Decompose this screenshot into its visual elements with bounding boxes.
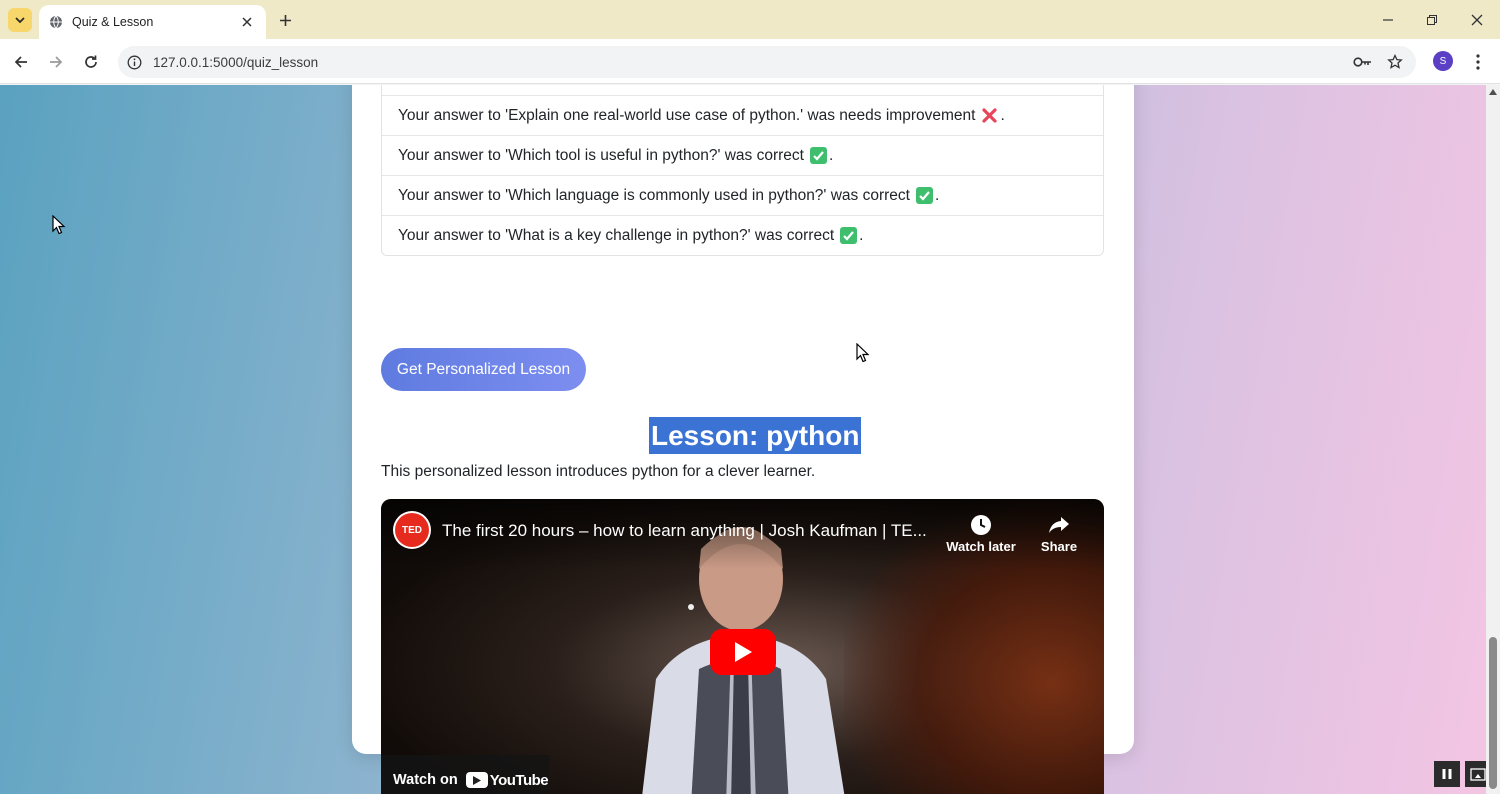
tab-title: Quiz & Lesson <box>72 15 154 29</box>
profile-avatar[interactable]: S <box>1433 51 1453 71</box>
password-key-icon[interactable] <box>1350 49 1376 75</box>
answer-text: Your answer to 'Explain one real-world u… <box>398 106 976 124</box>
youtube-video-embed[interactable]: TED The first 20 hours – how to learn an… <box>381 499 1104 794</box>
page-scrollbar[interactable] <box>1486 85 1500 794</box>
list-item: Your answer to 'Explain one real-world u… <box>382 95 1103 135</box>
plus-icon <box>279 14 291 26</box>
lesson-description: This personalized lesson introduces pyth… <box>381 463 816 480</box>
play-button[interactable] <box>710 629 776 675</box>
lesson-title: Lesson: python <box>649 417 862 454</box>
more-vertical-icon <box>1476 54 1480 70</box>
check-mark-icon <box>840 227 858 244</box>
page-viewport: Your answer to 'Explain one real-world u… <box>0 85 1486 794</box>
scroll-up-arrow-icon[interactable] <box>1489 89 1497 95</box>
address-bar[interactable]: 127.0.0.1:5000/quiz_lesson <box>118 46 1416 78</box>
youtube-play-icon <box>465 772 488 788</box>
quiz-lesson-card: Your answer to 'Explain one real-world u… <box>352 85 1134 794</box>
tab-close-icon[interactable] <box>238 13 256 31</box>
url-text: 127.0.0.1:5000/quiz_lesson <box>153 54 319 70</box>
watch-on-youtube-link[interactable]: Watch on YouTube <box>381 755 549 794</box>
restore-icon <box>1427 15 1437 25</box>
pause-icon <box>1442 769 1452 779</box>
arrow-left-icon <box>14 56 27 68</box>
list-item: Your answer to 'What is a key challenge … <box>382 215 1103 255</box>
video-title[interactable]: The first 20 hours – how to learn anythi… <box>442 521 942 541</box>
reload-icon <box>85 55 97 68</box>
ted-channel-logo[interactable]: TED <box>393 511 431 549</box>
answer-text: Your answer to 'Which tool is useful in … <box>398 146 804 164</box>
forward-button[interactable] <box>43 49 69 75</box>
youtube-logo: YouTube <box>465 772 549 789</box>
pause-recording-button[interactable] <box>1434 761 1460 787</box>
check-mark-icon <box>915 187 933 204</box>
cross-mark-icon <box>981 107 998 124</box>
watch-on-label: Watch on <box>393 772 458 788</box>
list-item: Your answer to 'Which language is common… <box>382 175 1103 215</box>
restore-button[interactable] <box>1419 7 1445 33</box>
answer-feedback-list: Your answer to 'Explain one real-world u… <box>381 85 1104 256</box>
answer-text: Your answer to 'Which language is common… <box>398 186 910 204</box>
answer-text: Your answer to 'What is a key challenge … <box>398 226 835 244</box>
watch-later-label: Watch later <box>946 539 1016 554</box>
tab-strip: Quiz & Lesson <box>0 0 1500 39</box>
bookmark-star-icon[interactable] <box>1382 49 1408 75</box>
reload-button[interactable] <box>78 49 104 75</box>
get-personalized-lesson-button[interactable]: Get Personalized Lesson <box>381 348 586 391</box>
arrow-right-icon <box>50 56 63 68</box>
share-label: Share <box>1040 539 1078 554</box>
scrollbar-thumb[interactable] <box>1489 637 1497 789</box>
picture-in-picture-icon <box>1470 767 1486 781</box>
new-tab-button[interactable] <box>274 9 296 31</box>
check-mark-icon <box>809 147 827 164</box>
minimize-button[interactable] <box>1375 7 1401 33</box>
browser-tab[interactable]: Quiz & Lesson <box>39 5 266 39</box>
list-item: Your answer to 'Which tool is useful in … <box>382 135 1103 175</box>
share-arrow-icon <box>1047 511 1071 539</box>
clock-icon <box>970 511 992 539</box>
mouse-pointer-icon <box>52 215 66 235</box>
globe-icon <box>49 15 63 29</box>
browser-toolbar: 127.0.0.1:5000/quiz_lesson S <box>0 39 1500 84</box>
minimize-icon <box>1383 19 1393 21</box>
list-item <box>382 85 1103 95</box>
watch-later-button[interactable]: Watch later <box>941 511 1021 554</box>
share-button[interactable]: Share <box>1019 511 1099 554</box>
play-icon <box>735 642 752 662</box>
close-icon <box>1471 14 1483 26</box>
back-button[interactable] <box>8 49 34 75</box>
site-info-icon[interactable] <box>125 53 143 71</box>
tab-search-button[interactable] <box>8 8 32 32</box>
close-window-button[interactable] <box>1464 7 1490 33</box>
mouse-pointer-icon <box>856 343 870 363</box>
chevron-down-icon <box>15 17 25 24</box>
picture-in-picture-button[interactable] <box>1465 761 1486 787</box>
browser-menu-button[interactable] <box>1466 49 1490 75</box>
